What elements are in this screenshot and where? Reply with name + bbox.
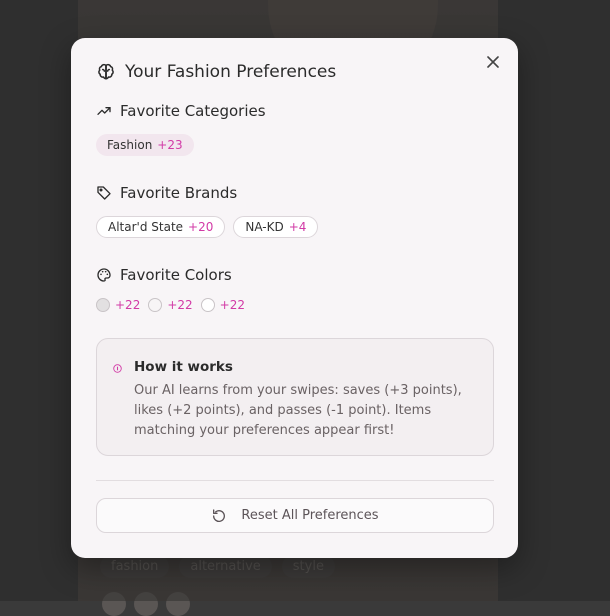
reset-preferences-button[interactable]: Reset All Preferences [96,498,494,533]
chip-score: +20 [188,220,214,234]
info-icon [113,364,122,373]
tag-icon [97,186,111,200]
chip-score: +23 [157,138,183,152]
modal-header: Your Fashion Preferences [96,62,336,82]
colors-title: Favorite Colors [120,266,232,284]
color-chip[interactable]: +22 [96,298,140,312]
chip-score: +22 [115,298,141,312]
chip-label: Altar'd State [108,220,184,234]
reset-icon [213,508,226,522]
preferences-modal: Your Fashion Preferences Favorite Catego… [71,38,518,558]
color-chip[interactable]: +22 [148,298,193,312]
palette-icon [97,268,111,282]
color-swatch [200,298,215,312]
brand-chip[interactable]: NA-KD +4 [233,216,319,238]
colors-section: Favorite Colors +22 +22 +22 [96,266,245,312]
brain-icon [98,63,114,80]
chip-score: +4 [288,220,307,234]
how-it-works-box: How it works Our AI learns from your swi… [96,338,494,456]
info-title: How it works [134,359,233,375]
color-swatch [96,298,110,312]
info-text: Our AI learns from your swipes: saves (+… [134,383,462,438]
modal-title: Your Fashion Preferences [125,62,337,82]
chip-label: Fashion [107,138,153,152]
categories-title: Favorite Categories [120,102,266,120]
close-button[interactable] [484,53,502,71]
close-icon [487,56,499,68]
trending-up-icon [97,107,111,115]
chip-score: +22 [167,298,193,312]
color-chip[interactable]: +22 [200,298,245,312]
divider [96,480,494,481]
reset-label: Reset All Preferences [241,508,379,523]
color-swatch [148,298,163,312]
chip-label: NA-KD [245,220,284,234]
categories-section: Favorite Categories Fashion +23 [96,102,266,156]
category-chip[interactable]: Fashion +23 [96,134,194,156]
chip-score: +22 [219,298,245,312]
brand-chip[interactable]: Altar'd State +20 [96,216,226,238]
brands-section: Favorite Brands Altar'd State +20 NA-KD … [96,184,319,238]
brands-title: Favorite Brands [120,184,238,202]
